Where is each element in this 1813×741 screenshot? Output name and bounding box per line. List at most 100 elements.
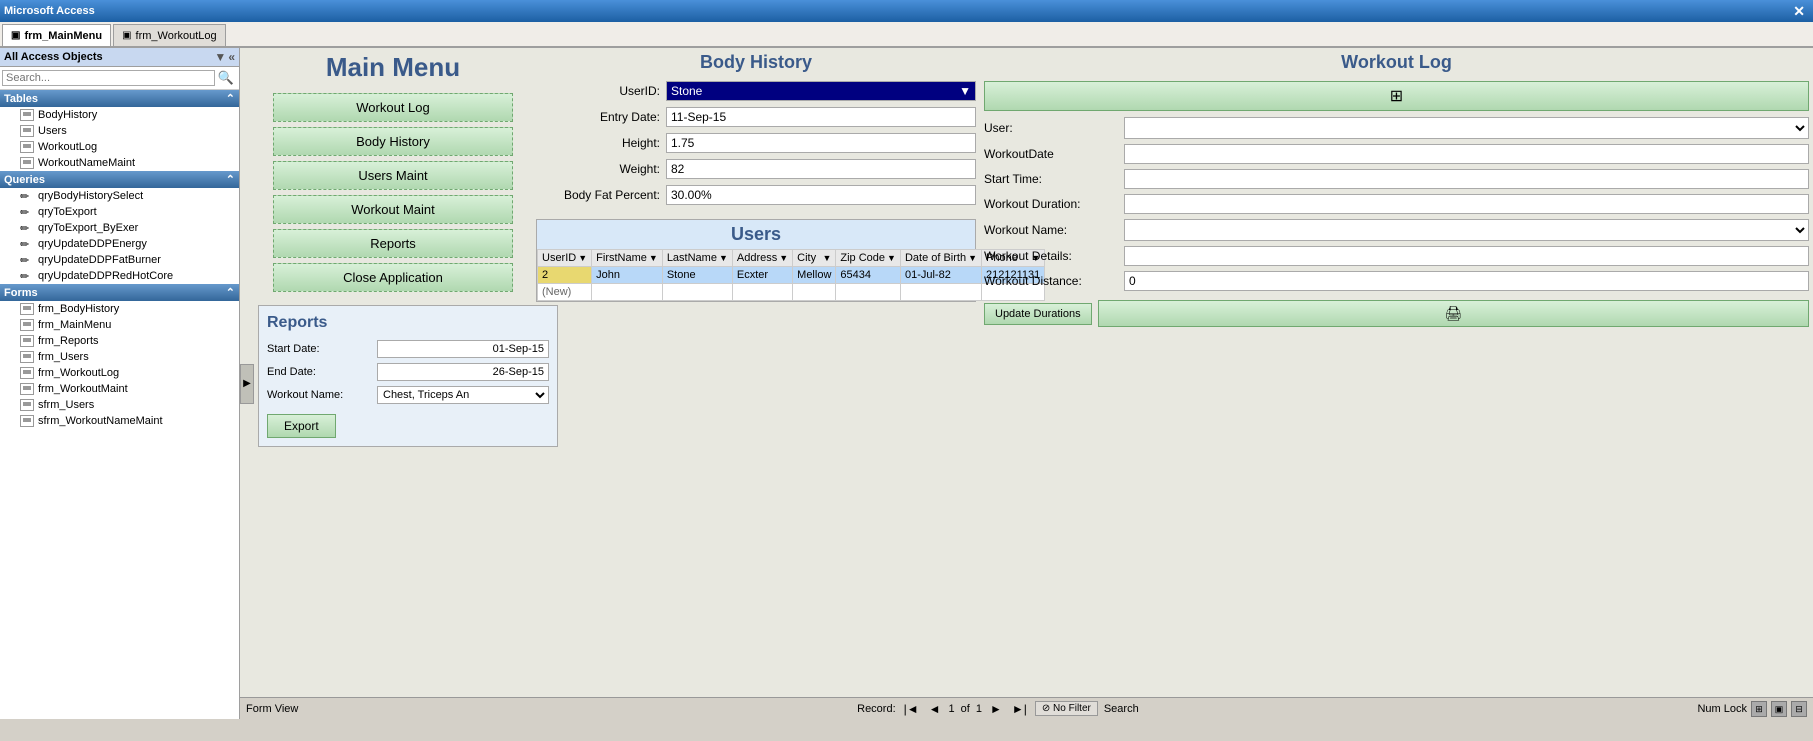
filter-icon: ⊘ <box>1042 703 1050 714</box>
cell-userid: 2 <box>538 267 592 284</box>
table-row[interactable]: 2 John Stone Ecxter Mellow 65434 01-Jul-… <box>538 267 1045 284</box>
wl-user-select[interactable] <box>1124 117 1809 139</box>
tab-frm-mainmenu[interactable]: ▣ frm_MainMenu <box>2 24 111 46</box>
weight-input[interactable] <box>666 159 976 179</box>
reports-end-date-input[interactable] <box>377 363 549 381</box>
col-header-address[interactable]: Address ▼ <box>732 250 792 267</box>
first-record-button[interactable]: |◄ <box>902 702 921 716</box>
item-label: frm_Users <box>38 351 89 363</box>
close-application-button[interactable]: Close Application <box>273 263 513 292</box>
sidebar-item-qrybodyhistoryselect[interactable]: ✏ qryBodyHistorySelect <box>0 188 239 204</box>
col-header-city[interactable]: City ▼ <box>793 250 836 267</box>
status-icon-1[interactable]: ⊞ <box>1751 701 1767 717</box>
item-label: WorkoutNameMaint <box>38 157 135 169</box>
userid-select[interactable]: Stone ▼ <box>666 81 976 101</box>
status-icon-3[interactable]: ⊟ <box>1791 701 1807 717</box>
prev-record-button[interactable]: ◄ <box>927 702 943 716</box>
wl-name-select[interactable] <box>1124 219 1809 241</box>
sidebar-item-workoutnamemaint[interactable]: WorkoutNameMaint <box>0 155 239 171</box>
sidebar-item-workoutlog[interactable]: WorkoutLog <box>0 139 239 155</box>
sidebar-filter-icon[interactable]: ▼ <box>214 50 226 64</box>
reports-button[interactable]: Reports <box>273 229 513 258</box>
sidebar-collapse-icon[interactable]: « <box>228 50 235 64</box>
wl-workoutdate-label: WorkoutDate <box>984 147 1124 161</box>
status-icon-2[interactable]: ▣ <box>1771 701 1787 717</box>
update-durations-button[interactable]: Update Durations <box>984 303 1092 325</box>
userid-value: Stone <box>671 84 959 98</box>
col-header-userid[interactable]: UserID ▼ <box>538 250 592 267</box>
no-filter-button[interactable]: ⊘ No Filter <box>1035 701 1098 716</box>
wl-distance-input[interactable] <box>1124 271 1809 291</box>
userid-dropdown-icon[interactable]: ▼ <box>959 84 971 98</box>
export-button[interactable]: Export <box>267 414 336 438</box>
sidebar-item-frm-users[interactable]: frm_Users <box>0 349 239 365</box>
tab-frm-workoutlog[interactable]: ▣ frm_WorkoutLog <box>113 24 226 46</box>
wl-starttime-input[interactable] <box>1124 169 1809 189</box>
query-icon: ✏ <box>20 254 34 266</box>
form-icon <box>20 399 34 411</box>
next-record-button[interactable]: ► <box>988 702 1004 716</box>
cell-firstname: John <box>592 267 663 284</box>
sidebar-collapse-button[interactable]: ▶ <box>240 364 254 404</box>
item-label: qryUpdateDDPRedHotCore <box>38 270 173 282</box>
body-history-button[interactable]: Body History <box>273 127 513 156</box>
section-header-queries[interactable]: Queries ⌃ <box>0 171 239 188</box>
search-input[interactable] <box>2 70 215 86</box>
col-header-lastname[interactable]: LastName ▼ <box>662 250 732 267</box>
wl-workoutdate-row: WorkoutDate <box>984 144 1809 164</box>
users-maint-button[interactable]: Users Maint <box>273 161 513 190</box>
table-row-new[interactable]: (New) <box>538 284 1045 301</box>
section-label-forms: Forms <box>4 287 38 299</box>
sidebar-item-qryupdateddpfatburner[interactable]: ✏ qryUpdateDDPFatBurner <box>0 252 239 268</box>
col-header-zipcode[interactable]: Zip Code ▼ <box>836 250 901 267</box>
search-button[interactable]: 🔍 <box>215 69 237 87</box>
three-col-layout: Main Menu Workout Log Body History Users… <box>258 52 1809 697</box>
reports-workout-name-select[interactable]: Chest, Triceps An <box>377 386 549 404</box>
col-header-firstname[interactable]: FirstName ▼ <box>592 250 663 267</box>
sidebar-item-users[interactable]: Users <box>0 123 239 139</box>
wl-duration-input[interactable] <box>1124 194 1809 214</box>
entry-date-input[interactable] <box>666 107 976 127</box>
height-input[interactable] <box>666 133 976 153</box>
entry-date-row: Entry Date: <box>536 107 976 127</box>
col-header-dob[interactable]: Date of Birth ▼ <box>900 250 981 267</box>
sidebar-item-qrytoexport[interactable]: ✏ qryToExport <box>0 204 239 220</box>
sidebar-item-frm-mainmenu[interactable]: frm_MainMenu <box>0 317 239 333</box>
item-label: WorkoutLog <box>38 141 97 153</box>
form-icon <box>20 319 34 331</box>
item-label: BodyHistory <box>38 109 97 121</box>
workout-log-nav-button[interactable]: ⊞ <box>984 81 1809 111</box>
wl-name-row: Workout Name: <box>984 219 1809 241</box>
sidebar-item-frm-bodyhistory[interactable]: frm_BodyHistory <box>0 301 239 317</box>
workout-maint-button[interactable]: Workout Maint <box>273 195 513 224</box>
body-history-section: Body History UserID: Stone ▼ Entry Date: <box>536 52 976 211</box>
users-table: UserID ▼ FirstName ▼ LastName ▼ <box>537 249 1045 301</box>
wl-details-input[interactable] <box>1124 246 1809 266</box>
sidebar-item-frm-workoutmaint[interactable]: frm_WorkoutMaint <box>0 381 239 397</box>
print-button[interactable]: 🖨 <box>1098 300 1809 327</box>
sidebar-item-frm-reports[interactable]: frm_Reports <box>0 333 239 349</box>
sidebar-item-qryupdateddpenergy[interactable]: ✏ qryUpdateDDPEnergy <box>0 236 239 252</box>
workout-log-section: Workout Log ⊞ User: WorkoutDate <box>984 52 1809 697</box>
cell-zipcode: 65434 <box>836 267 901 284</box>
query-icon: ✏ <box>20 222 34 234</box>
sidebar-item-qryupdateddpredhotcore[interactable]: ✏ qryUpdateDDPRedHotCore <box>0 268 239 284</box>
item-label: qryToExport <box>38 206 97 218</box>
wl-distance-row: Workout Distance: <box>984 271 1809 291</box>
sidebar-item-qrytoexportbyexer[interactable]: ✏ qryToExport_ByExer <box>0 220 239 236</box>
close-app-button[interactable]: ✕ <box>1789 3 1809 20</box>
sidebar-item-bodyhistory[interactable]: BodyHistory <box>0 107 239 123</box>
query-icon: ✏ <box>20 238 34 250</box>
no-filter-label: No Filter <box>1053 703 1091 714</box>
section-header-tables[interactable]: Tables ⌃ <box>0 90 239 107</box>
wl-workoutdate-input[interactable] <box>1124 144 1809 164</box>
main-layout: All Access Objects ▼ « 🔍 Tables ⌃ BodyHi… <box>0 48 1813 719</box>
sidebar-item-sfrm-workoutnamemaint[interactable]: sfrm_WorkoutNameMaint <box>0 413 239 429</box>
workout-log-button[interactable]: Workout Log <box>273 93 513 122</box>
reports-start-date-input[interactable] <box>377 340 549 358</box>
body-fat-input[interactable] <box>666 185 976 205</box>
sidebar-item-sfrm-users[interactable]: sfrm_Users <box>0 397 239 413</box>
sidebar-item-frm-workoutlog[interactable]: frm_WorkoutLog <box>0 365 239 381</box>
section-header-forms[interactable]: Forms ⌃ <box>0 284 239 301</box>
last-record-button[interactable]: ►| <box>1010 702 1029 716</box>
